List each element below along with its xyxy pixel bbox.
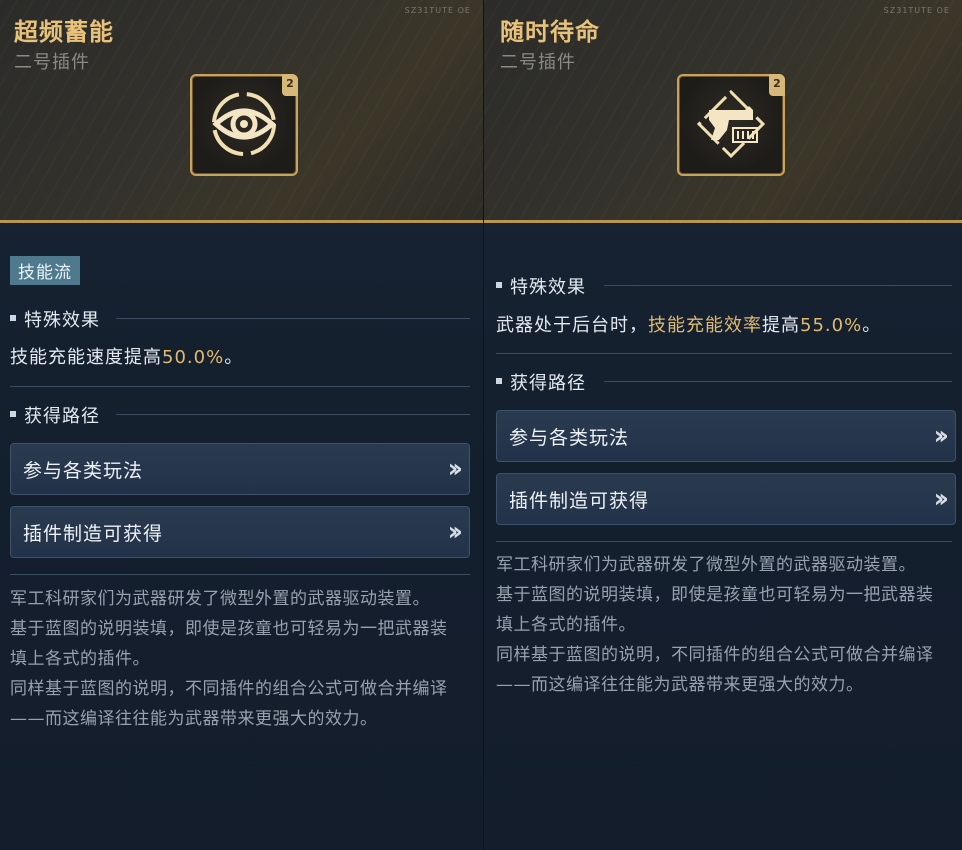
double-chevron-right-icon: ›› <box>933 484 950 514</box>
bullet-icon <box>496 378 502 384</box>
bullet-icon <box>496 282 502 288</box>
plugin-icon-card: 2 <box>190 74 298 176</box>
effect-highlight: 技能充能效率 <box>648 315 762 336</box>
source-button-crafting[interactable]: 插件制造可获得 ›› <box>496 473 956 525</box>
source-button-gameplay[interactable]: 参与各类玩法 ›› <box>496 410 956 462</box>
source-button-crafting[interactable]: 插件制造可获得 ›› <box>10 506 470 558</box>
section-divider <box>116 318 470 319</box>
source-button-label: 参与各类玩法 <box>509 427 630 449</box>
source-button-gameplay[interactable]: 参与各类玩法 ›› <box>10 443 470 495</box>
corner-mark: SZ31TUTE OE <box>883 6 950 15</box>
lore-paragraph: 军工科研家们为武器研发了微型外置的武器驱动装置。 <box>10 589 430 609</box>
section-divider <box>604 381 952 382</box>
effect-description: 武器处于后台时，技能充能效率提高55.0%。 <box>496 311 881 337</box>
double-chevron-right-icon: ›› <box>447 517 464 547</box>
slot-badge: 2 <box>282 74 298 96</box>
source-section-heading: 获得路径 <box>10 402 470 428</box>
slot-badge: 2 <box>769 74 785 96</box>
lore-paragraph: 基于蓝图的说明装填，即使是孩童也可轻易为一把武器装填上各式的插件。 <box>10 619 448 669</box>
effect-middle: 提高 <box>762 315 800 336</box>
source-button-label: 插件制造可获得 <box>23 523 164 545</box>
section-label: 获得路径 <box>510 373 586 394</box>
section-divider <box>116 414 470 415</box>
effect-suffix: 。 <box>862 315 882 336</box>
plugin-header: 超频蓄能 二号插件 SZ31TUTE OE 2 <box>0 0 483 223</box>
divider <box>496 541 952 542</box>
divider <box>10 386 470 387</box>
section-divider <box>604 285 952 286</box>
effect-section-heading: 特殊效果 <box>10 306 470 332</box>
plugin-subtitle: 二号插件 <box>500 52 576 73</box>
effect-prefix: 技能充能速度提高 <box>10 347 162 368</box>
source-button-label: 插件制造可获得 <box>509 490 650 512</box>
bullet-icon <box>10 411 16 417</box>
section-label: 特殊效果 <box>510 277 586 298</box>
eye-icon <box>212 92 276 156</box>
lore-paragraph: 同样基于蓝图的说明，不同插件的组合公式可做合并编译——而这编译往往能为武器带来更… <box>496 645 934 695</box>
effect-prefix: 武器处于后台时， <box>496 315 648 336</box>
plugin-title: 超频蓄能 <box>14 18 114 46</box>
plugin-icon-card: 2 <box>677 74 785 176</box>
effect-value: 50.0% <box>162 347 225 368</box>
gun-icon <box>696 89 766 159</box>
effect-section-heading: 特殊效果 <box>496 273 952 299</box>
lore-paragraph: 基于蓝图的说明装填，即使是孩童也可轻易为一把武器装填上各式的插件。 <box>496 585 934 635</box>
plugin-subtitle: 二号插件 <box>14 52 90 73</box>
section-label: 特殊效果 <box>24 310 100 331</box>
effect-description: 技能充能速度提高50.0%。 <box>10 343 243 369</box>
style-tag: 技能流 <box>10 256 80 285</box>
lore-description: 军工科研家们为武器研发了微型外置的武器驱动装置。 基于蓝图的说明装填，即使是孩童… <box>496 550 948 700</box>
divider <box>10 574 470 575</box>
effect-value: 55.0% <box>800 315 863 336</box>
corner-mark: SZ31TUTE OE <box>404 6 471 15</box>
plugin-title: 随时待命 <box>500 18 600 46</box>
effect-suffix: 。 <box>224 347 244 368</box>
lore-paragraph: 同样基于蓝图的说明，不同插件的组合公式可做合并编译——而这编译往往能为武器带来更… <box>10 679 448 729</box>
plugin-panel-right: 随时待命 二号插件 SZ31TUTE OE 2 特殊效果 武器处于后台时，技能充… <box>484 0 962 850</box>
section-label: 获得路径 <box>24 406 100 427</box>
lore-paragraph: 军工科研家们为武器研发了微型外置的武器驱动装置。 <box>496 555 916 575</box>
divider <box>496 353 952 354</box>
double-chevron-right-icon: ›› <box>447 454 464 484</box>
double-chevron-right-icon: ›› <box>933 421 950 451</box>
plugin-header: 随时待命 二号插件 SZ31TUTE OE 2 <box>484 0 962 223</box>
lore-description: 军工科研家们为武器研发了微型外置的武器驱动装置。 基于蓝图的说明装填，即使是孩童… <box>10 584 462 734</box>
bullet-icon <box>10 315 16 321</box>
source-button-label: 参与各类玩法 <box>23 460 144 482</box>
source-section-heading: 获得路径 <box>496 369 952 395</box>
plugin-panel-left: 超频蓄能 二号插件 SZ31TUTE OE 2 技能流 特殊效果 技能充能速度提… <box>0 0 483 850</box>
